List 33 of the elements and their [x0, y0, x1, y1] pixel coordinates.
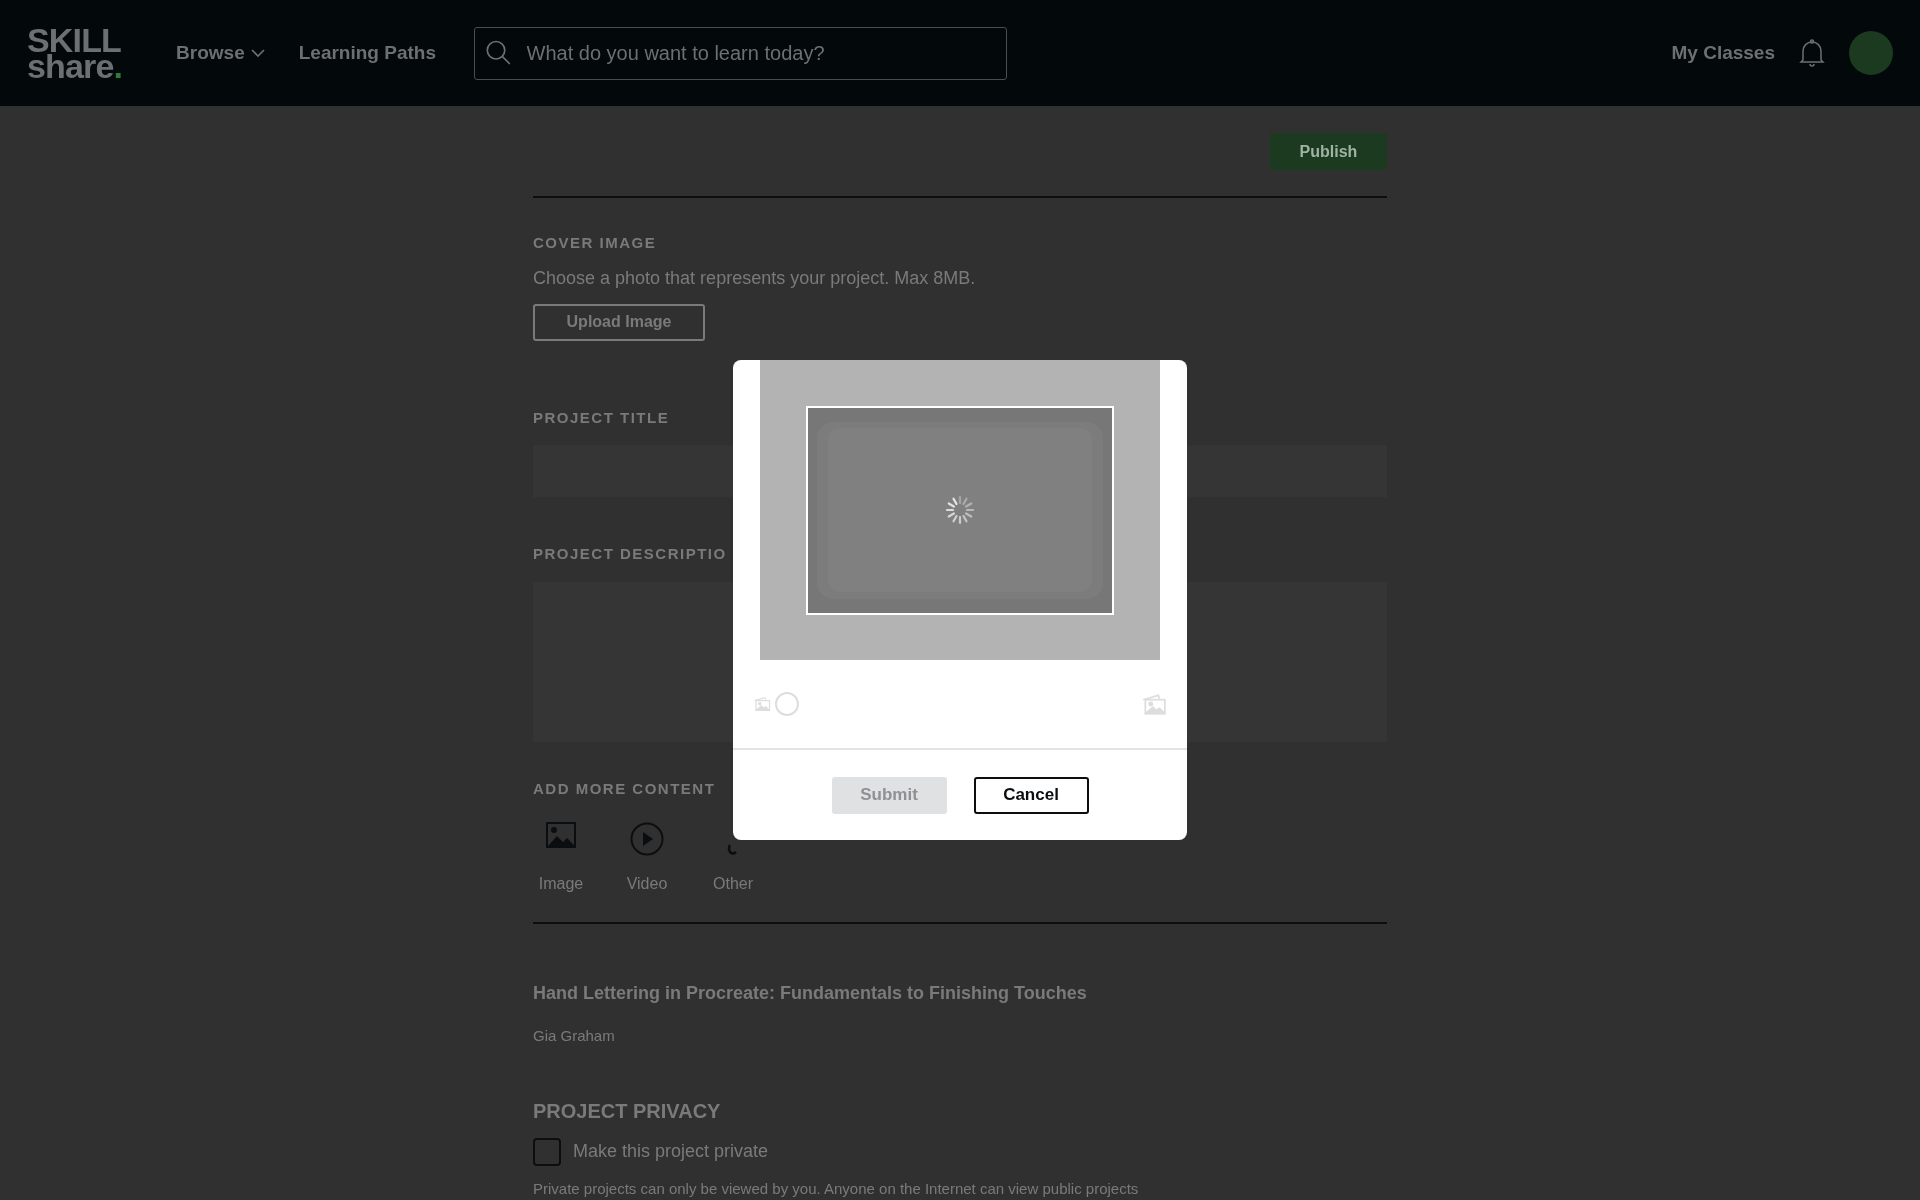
image-icon: [546, 822, 576, 848]
slider-thumb[interactable]: [775, 692, 799, 716]
search-field[interactable]: What do you want to learn today?: [526, 38, 996, 68]
bell-icon[interactable]: [1799, 39, 1825, 67]
avatar[interactable]: [1849, 31, 1893, 75]
image-crop-area[interactable]: [760, 360, 1160, 660]
dialog-button[interactable]: Cancel: [973, 776, 1089, 814]
large-image-icon: [1141, 692, 1167, 716]
class-title: Hand Lettering in Procreate: Fundamentals to Finishing Touches: [533, 982, 1088, 1005]
privacy-heading: PROJECT PRIVACY: [533, 1098, 722, 1124]
add-content-button[interactable]: Other: [705, 814, 761, 896]
section-label: PROJECT TITLE: [533, 407, 670, 428]
crop-frame[interactable]: [806, 405, 1114, 615]
privacy-note: Private projects can only be viewed by you. Anyone on the Internet can view public projects: [533, 1178, 1140, 1199]
chevron-down-icon: [250, 48, 265, 58]
nav-link[interactable]: Browse: [176, 38, 265, 68]
play-icon: [630, 822, 664, 856]
publish-button[interactable]: Publish: [1270, 133, 1387, 170]
loading-spinner-icon: [944, 494, 976, 526]
cover-hint: Choose a photo that represents your project. Max 8MB.: [533, 266, 977, 290]
checkbox-label[interactable]: Make this project private: [573, 1138, 769, 1165]
my-classes-link[interactable]: My Classes: [1671, 38, 1775, 68]
section-label: ADD MORE CONTENT: [533, 778, 716, 799]
section-label: PROJECT DESCRIPTIO: [533, 544, 727, 564]
nav-link[interactable]: Learning Paths: [298, 38, 436, 68]
search-bar[interactable]: What do you want to learn today?: [474, 26, 1007, 80]
teacher-name: Gia Graham: [533, 1026, 616, 1046]
section-label: COVER IMAGE: [533, 233, 658, 253]
checkbox[interactable]: [533, 1137, 561, 1166]
small-image-icon: [753, 696, 771, 712]
upload-image-button[interactable]: Upload Image: [533, 303, 705, 341]
add-content-button[interactable]: Image: [533, 814, 589, 896]
add-content-button[interactable]: Video: [619, 814, 675, 896]
